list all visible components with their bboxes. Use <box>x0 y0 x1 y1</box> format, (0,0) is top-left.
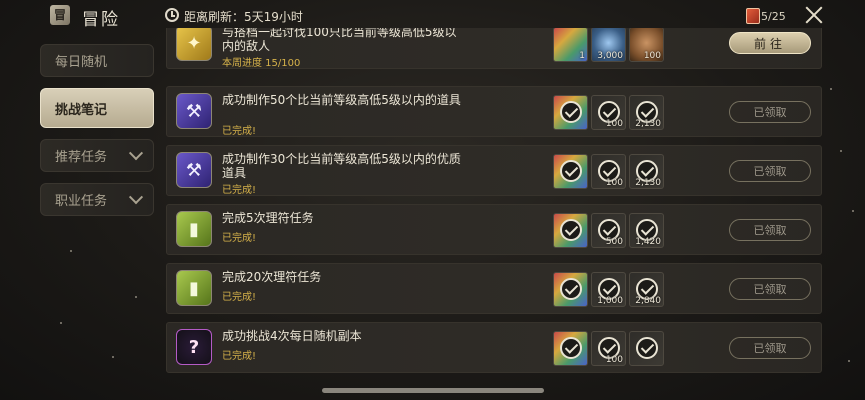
anvil-icon: ⚒ <box>176 152 212 188</box>
reward-list: 1 3,000 100 <box>553 28 664 62</box>
chevron-down-icon <box>128 189 144 204</box>
sidebar-item-3[interactable]: 职业任务 <box>40 183 154 216</box>
claimed-button[interactable]: 已领取 <box>729 278 811 300</box>
sidebar-item-label: 职业任务 <box>55 194 108 209</box>
reward-count: 2,130 <box>635 119 661 129</box>
task-status: 已完成! <box>222 292 257 303</box>
reward-claimed-slot[interactable] <box>553 272 588 307</box>
task-status: 本周进度 15/100 <box>222 58 301 69</box>
reward-count: 100 <box>643 51 661 61</box>
reward-claimed-slot[interactable] <box>553 154 588 189</box>
checkmark-icon <box>560 278 582 300</box>
ticket-icon <box>746 8 760 24</box>
reward-count: 2,840 <box>635 296 661 306</box>
claimed-button[interactable]: 已领取 <box>729 160 811 182</box>
reward-slot[interactable]: 1 <box>553 28 588 62</box>
reward-count: 500 <box>605 237 623 247</box>
page-title: 冒险 <box>82 10 120 30</box>
task-status: 已完成! <box>222 233 257 244</box>
reward-claimed-slot[interactable] <box>553 95 588 130</box>
reward-slot[interactable]: 100 <box>629 28 664 62</box>
chocobo-icon: ✦ <box>176 28 212 61</box>
task-row: ⚒ 成功制作30个比当前等级高低5级以内的优质道具已完成! 100 2,130 已领取 <box>166 145 822 196</box>
reward-count: 100 <box>605 178 623 188</box>
task-row: ▮ 完成5次理符任务 已完成! 500 1,420 已领取 <box>166 204 822 255</box>
reward-claimed-slot[interactable] <box>629 331 664 366</box>
sidebar-item-0[interactable]: 每日随机 <box>40 44 154 77</box>
claimed-button[interactable]: 已领取 <box>729 101 811 123</box>
rune-tablet-icon: ▮ <box>176 270 212 306</box>
sidebar: 每日随机挑战笔记推荐任务职业任务 <box>40 44 154 227</box>
sidebar-item-2[interactable]: 推荐任务 <box>40 139 154 172</box>
task-row: ▮ 完成20次理符任务 已完成! 1,000 2,840 已领取 <box>166 263 822 314</box>
reward-count: 100 <box>605 119 623 129</box>
reward-claimed-slot[interactable] <box>553 331 588 366</box>
reward-slot[interactable]: 3,000 <box>591 28 626 62</box>
clock-icon <box>165 8 179 22</box>
reward-list: 1,000 2,840 <box>553 272 664 307</box>
reward-count: 1,000 <box>597 296 623 306</box>
reward-list: 100 <box>553 331 664 366</box>
reward-count: 3,000 <box>597 51 623 61</box>
task-list[interactable]: ✦ 与搭档一起讨伐100只比当前等级高低5级以内的敌人本周进度 15/100 1 3,… <box>166 28 822 378</box>
home-indicator[interactable] <box>322 388 544 393</box>
sidebar-item-label: 挑战笔记 <box>55 102 108 118</box>
reward-claimed-slot[interactable] <box>553 213 588 248</box>
sidebar-item-1[interactable]: 挑战笔记 <box>40 88 154 128</box>
reward-claimed-slot[interactable]: 100 <box>591 154 626 189</box>
task-status: 已完成! <box>222 351 257 362</box>
sidebar-item-label: 推荐任务 <box>55 150 108 165</box>
reward-claimed-slot[interactable]: 2,130 <box>629 95 664 130</box>
reward-claimed-slot[interactable]: 1,420 <box>629 213 664 248</box>
checkmark-icon <box>560 160 582 182</box>
reward-claimed-slot[interactable]: 100 <box>591 95 626 130</box>
task-title: 成功制作50个比当前等级高低5级以内的道具 <box>222 93 461 107</box>
reward-claimed-slot[interactable]: 500 <box>591 213 626 248</box>
task-title: 与搭档一起讨伐100只比当前等级高低5级以内的敌人 <box>222 28 457 53</box>
reward-list: 100 2,130 <box>553 95 664 130</box>
ticket-count: 5/25 <box>761 10 786 23</box>
checkmark-icon <box>560 337 582 359</box>
chevron-down-icon <box>128 145 144 160</box>
reward-count: 1 <box>579 51 585 61</box>
reward-claimed-slot[interactable]: 2,130 <box>629 154 664 189</box>
claimed-button[interactable]: 已领取 <box>729 219 811 241</box>
question-mark-icon: ? <box>176 329 212 365</box>
task-row: ✦ 与搭档一起讨伐100只比当前等级高低5级以内的敌人本周进度 15/100 1 3,… <box>166 28 822 69</box>
task-title: 成功挑战4次每日随机副本 <box>222 329 362 343</box>
reward-list: 100 2,130 <box>553 154 664 189</box>
claimed-button[interactable]: 已领取 <box>729 337 811 359</box>
reward-claimed-slot[interactable]: 100 <box>591 331 626 366</box>
task-title: 成功制作30个比当前等级高低5级以内的优质道具 <box>222 152 461 180</box>
checkmark-icon <box>560 219 582 241</box>
checkmark-icon <box>636 337 658 359</box>
task-row: ⚒ 成功制作50个比当前等级高低5级以内的道具 已完成! 100 2,130 已领取 <box>166 86 822 137</box>
anvil-icon: ⚒ <box>176 93 212 129</box>
reward-count: 2,130 <box>635 178 661 188</box>
reward-claimed-slot[interactable]: 1,000 <box>591 272 626 307</box>
task-title: 完成5次理符任务 <box>222 211 314 225</box>
reward-list: 500 1,420 <box>553 213 664 248</box>
refresh-countdown: 距离刷新：5天19小时 <box>184 10 303 24</box>
reward-count: 1,420 <box>635 237 661 247</box>
task-row: ? 成功挑战4次每日随机副本 已完成! 100 已领取 <box>166 322 822 373</box>
task-title: 完成20次理符任务 <box>222 270 322 284</box>
rune-tablet-icon: ▮ <box>176 211 212 247</box>
sidebar-item-label: 每日随机 <box>55 55 108 70</box>
checkmark-icon <box>560 101 582 123</box>
adventure-book-icon: 冒 <box>50 5 70 25</box>
reward-count: 100 <box>605 355 623 365</box>
task-status: 已完成! <box>222 126 257 137</box>
task-status: 已完成! <box>222 185 257 196</box>
go-button[interactable]: 前往 <box>729 32 811 54</box>
close-icon[interactable] <box>804 5 824 25</box>
reward-claimed-slot[interactable]: 2,840 <box>629 272 664 307</box>
